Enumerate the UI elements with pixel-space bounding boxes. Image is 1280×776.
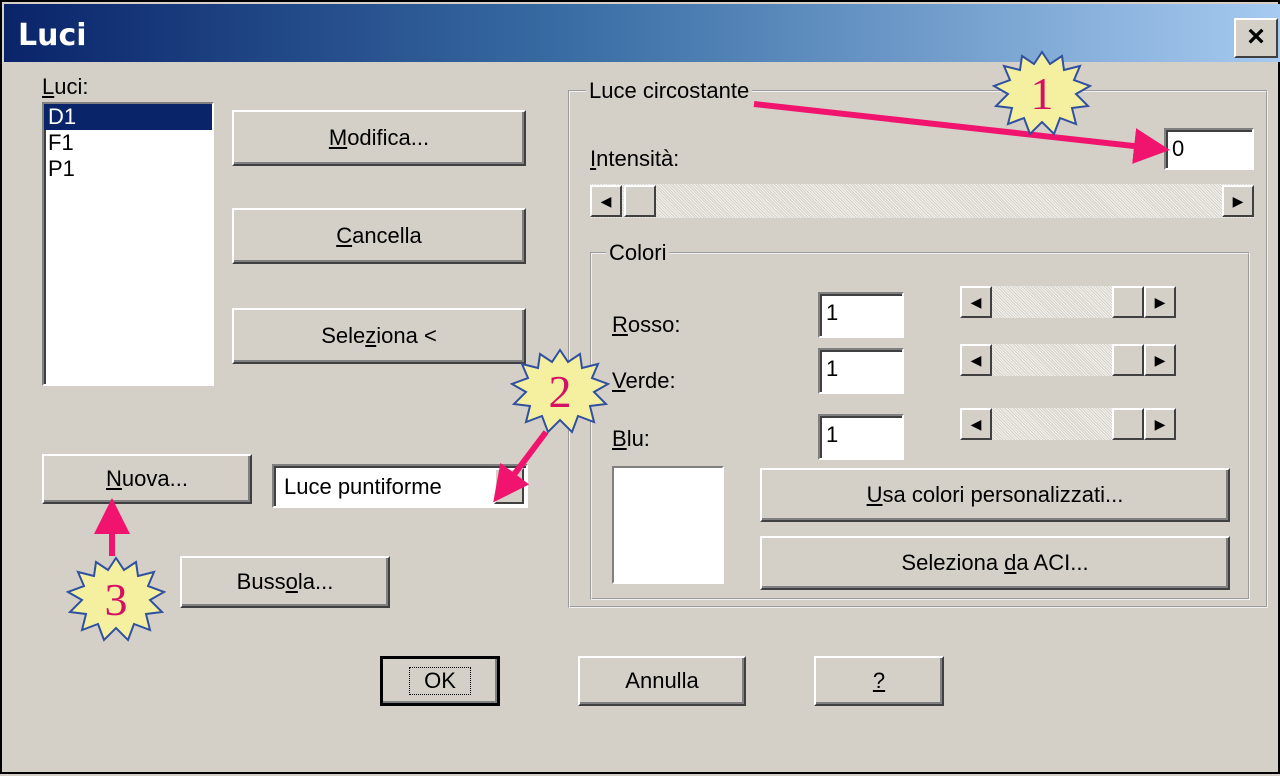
arrow-2: [493, 430, 549, 503]
arrow-1: [753, 101, 1170, 164]
callout-1-label: 1: [1030, 67, 1054, 119]
callout-3-label: 3: [104, 573, 128, 625]
lights-dialog: Luci × Luci: D1 F1 P1 Modifica... Cancel…: [0, 0, 1280, 774]
callout-1-star: 1: [991, 50, 1093, 136]
callout-2-label: 2: [548, 365, 572, 417]
callout-3-star: 3: [65, 556, 167, 642]
callout-2-star: 2: [509, 348, 611, 434]
